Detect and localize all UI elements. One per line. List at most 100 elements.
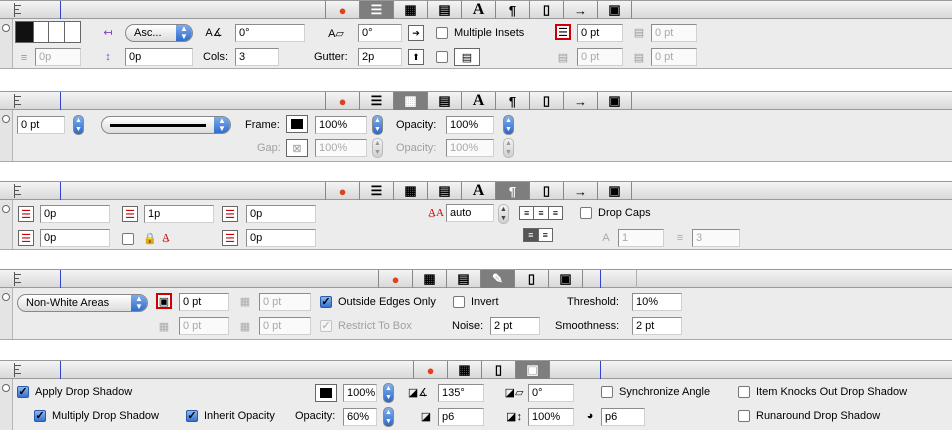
runaround-drop-shadow-checkbox[interactable] — [738, 410, 750, 422]
drop-chars-field[interactable]: 1 — [618, 229, 664, 247]
shadow-scale-field[interactable]: 100% — [528, 408, 574, 426]
tab-runaround[interactable]: ▤ — [428, 182, 462, 200]
apply-drop-shadow-checkbox[interactable]: ✓ — [17, 386, 29, 398]
frame-shade-field[interactable]: 100% — [315, 116, 367, 134]
multiple-insets-checkbox[interactable] — [436, 27, 448, 39]
tab-frame[interactable]: ▦ — [394, 1, 428, 19]
tab-colors[interactable]: ● — [326, 182, 360, 200]
tab-shadow[interactable]: ▣ — [516, 361, 550, 379]
tab-shadow[interactable]: ▣ — [598, 92, 632, 110]
tab-frame[interactable]: ▦ — [413, 270, 447, 288]
gap-color-swatch[interactable]: ⊠ — [286, 139, 308, 157]
shadow-color-swatch[interactable] — [315, 384, 337, 402]
column-layout-buttons[interactable] — [15, 21, 81, 43]
flip-vertical-icon[interactable]: ⬆ — [408, 49, 424, 65]
flip-horizontal-icon[interactable]: ➔ — [408, 25, 424, 41]
palette-grip[interactable] — [0, 19, 13, 68]
shadow-shade-field[interactable]: 100% — [343, 384, 377, 402]
tab-shapes[interactable]: ▯ — [530, 1, 564, 19]
tab-character[interactable]: A — [462, 92, 496, 110]
palette-grip[interactable] — [0, 288, 13, 339]
palette-grip[interactable] — [0, 110, 13, 161]
frame-width-stepper[interactable]: ▲ ▼ — [73, 115, 84, 135]
shadow-opacity-stepper[interactable]: ▲ ▼ — [383, 407, 394, 427]
drop-caps-checkbox[interactable] — [580, 207, 592, 219]
gap-opacity-stepper[interactable]: ▲ ▼ — [503, 138, 514, 158]
tab-shadow[interactable]: ▣ — [598, 1, 632, 19]
tab-colors[interactable]: ● — [379, 270, 413, 288]
synchronize-angle-checkbox[interactable] — [601, 386, 613, 398]
smoothness-field[interactable]: 2 pt — [632, 317, 682, 335]
inset-bottom-field[interactable]: 0 pt — [651, 48, 697, 66]
text-angle-field[interactable]: 0° — [235, 24, 305, 42]
outset-left-field[interactable]: 0 pt — [259, 293, 311, 311]
frame-opacity-field[interactable]: 100% — [446, 116, 494, 134]
outset-top-field[interactable]: 0 pt — [179, 293, 229, 311]
tab-frame[interactable]: ▦ — [394, 92, 428, 110]
justify-buttons[interactable]: ≡ ≡ — [523, 228, 553, 242]
inherit-opacity-checkbox[interactable]: ✓ — [186, 410, 198, 422]
shadow-skew-field[interactable]: 0° — [528, 384, 574, 402]
tab-text[interactable]: ☰ — [360, 182, 394, 200]
gap-shade-stepper[interactable]: ▲ ▼ — [372, 138, 383, 158]
tab-paragraph[interactable]: ¶ — [496, 1, 530, 19]
inset-left-field[interactable]: 0 pt — [651, 24, 697, 42]
knocks-out-checkbox[interactable] — [738, 386, 750, 398]
shadow-angle-field[interactable]: 135° — [438, 384, 484, 402]
restrict-to-box-checkbox[interactable]: ✓ — [320, 320, 332, 332]
gap-opacity-field[interactable]: 100% — [446, 139, 494, 157]
tab-runaround-text[interactable]: ▤ — [447, 270, 481, 288]
outside-edges-checkbox[interactable]: ✓ — [320, 296, 332, 308]
right-indent-field[interactable]: 0p — [40, 229, 110, 247]
inset-top-field[interactable]: 0 pt — [577, 24, 623, 42]
tab-text[interactable]: ☰ — [360, 1, 394, 19]
tab-shapes[interactable]: ▯ — [530, 182, 564, 200]
tab-runaround[interactable]: ▤ — [428, 1, 462, 19]
outset-bottom-field[interactable]: 0 pt — [259, 317, 311, 335]
tab-paragraph[interactable]: ¶ — [496, 92, 530, 110]
lock-baseline-checkbox[interactable] — [122, 233, 134, 245]
tab-line[interactable]: → — [564, 1, 598, 19]
leading-field[interactable]: auto — [446, 204, 494, 222]
first-indent-field[interactable]: 1p — [144, 205, 214, 223]
multiply-drop-shadow-checkbox[interactable]: ✓ — [34, 410, 46, 422]
tab-runaround[interactable]: ✎ — [481, 270, 515, 288]
vertical-alignment-dropdown[interactable]: Asc... ▲ ▼ — [125, 24, 193, 42]
tab-character[interactable]: A — [462, 182, 496, 200]
invert-checkbox[interactable] — [453, 296, 465, 308]
tab-shapes[interactable]: ▯ — [515, 270, 549, 288]
gap-field[interactable]: 0p — [125, 48, 193, 66]
shadow-shade-stepper[interactable]: ▲ ▼ — [383, 383, 394, 403]
threshold-field[interactable]: 10% — [632, 293, 682, 311]
frame-width-field[interactable]: 0 pt — [17, 116, 65, 134]
palette-grip[interactable] — [0, 379, 13, 430]
space-after-field[interactable]: 0p — [246, 229, 316, 247]
gutter-field[interactable]: 2p — [358, 48, 402, 66]
tab-shapes[interactable]: ▯ — [530, 92, 564, 110]
shadow-blur-field[interactable]: p6 — [601, 408, 645, 426]
tab-frame[interactable]: ▦ — [394, 182, 428, 200]
tab-runaround[interactable]: ▤ — [428, 92, 462, 110]
outset-right-field[interactable]: 0 pt — [179, 317, 229, 335]
frame-style-dropdown[interactable]: ▲ ▼ — [101, 116, 231, 134]
shadow-opacity-field[interactable]: 60% — [343, 408, 377, 426]
leading-stepper[interactable]: ▲ ▼ — [498, 204, 509, 224]
runaround-type-dropdown[interactable]: Non-White Areas ▲ ▼ — [17, 294, 148, 312]
gap-shade-field[interactable]: 100% — [315, 139, 367, 157]
tab-line[interactable]: → — [564, 92, 598, 110]
inset-right-field[interactable]: 0 pt — [577, 48, 623, 66]
text-skew-field[interactable]: 0° — [358, 24, 402, 42]
run-text-around-checkbox[interactable] — [436, 51, 448, 63]
alignment-buttons[interactable]: ≡ ≡ ≡ — [519, 206, 563, 220]
tab-shapes[interactable]: ▯ — [482, 361, 516, 379]
tab-line[interactable]: → — [564, 182, 598, 200]
tab-frame[interactable]: ▦ — [448, 361, 482, 379]
tab-shadow[interactable]: ▣ — [598, 182, 632, 200]
space-before-field[interactable]: 0p — [246, 205, 316, 223]
noise-field[interactable]: 2 pt — [490, 317, 540, 335]
tab-colors[interactable]: ● — [326, 92, 360, 110]
palette-grip[interactable] — [0, 200, 13, 249]
left-indent-field[interactable]: 0p — [40, 205, 110, 223]
cols-field[interactable]: 3 — [235, 48, 279, 66]
frame-shade-stepper[interactable]: ▲ ▼ — [372, 115, 383, 135]
